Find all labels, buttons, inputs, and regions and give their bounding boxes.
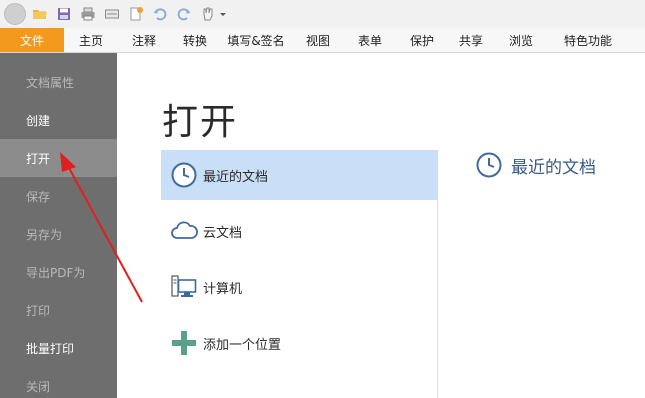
tab-home[interactable]: 主页 <box>64 28 118 52</box>
recent-documents-heading: 最近的文档 <box>475 151 596 179</box>
ribbon-tabs: 文件 主页 注释 转换 填写&签名 视图 表单 保护 共享 浏览 特色功能 <box>0 28 645 53</box>
hand-tool-icon[interactable] <box>198 4 218 24</box>
clock-icon <box>169 160 199 190</box>
sidebar-item-export-pdf[interactable]: 导出PDF为 <box>0 253 117 291</box>
clock-icon <box>476 152 502 178</box>
location-label: 最近的文档 <box>203 169 269 185</box>
location-computer[interactable]: 计算机 <box>161 262 438 312</box>
save-icon[interactable] <box>54 4 74 24</box>
page-title: 打开 <box>162 102 239 143</box>
avatar[interactable] <box>4 3 26 25</box>
tab-view[interactable]: 视图 <box>292 28 344 52</box>
location-list: 最近的文档 云文档 计算机 添加一个位置 <box>161 150 438 398</box>
computer-icon <box>169 272 199 302</box>
sidebar-item-open[interactable]: 打开 <box>0 139 117 177</box>
sidebar-item-batch-print[interactable]: 批量打印 <box>0 329 117 367</box>
tab-share[interactable]: 共享 <box>448 28 494 52</box>
tab-file[interactable]: 文件 <box>0 28 64 52</box>
sidebar-item-save[interactable]: 保存 <box>0 177 117 215</box>
cloud-icon <box>169 216 199 246</box>
sidebar-item-save-as[interactable]: 另存为 <box>0 215 117 253</box>
undo-icon[interactable] <box>150 4 170 24</box>
backstage-sidebar: 文档属性 创建 打开 保存 另存为 导出PDF为 打印 批量打印 关闭 <box>0 53 117 398</box>
tab-form[interactable]: 表单 <box>344 28 396 52</box>
sidebar-item-create[interactable]: 创建 <box>0 101 117 139</box>
tab-fill-sign[interactable]: 填写&签名 <box>220 28 292 52</box>
tab-convert[interactable]: 转换 <box>170 28 220 52</box>
tab-features[interactable]: 特色功能 <box>548 28 628 52</box>
plus-icon <box>169 328 199 358</box>
backstage-main: 打开 最近的文档 云文档 计算机 添加一个位置 最近的文档 <box>117 53 645 398</box>
new-icon[interactable] <box>126 4 146 24</box>
redo-icon[interactable] <box>174 4 194 24</box>
location-label: 添加一个位置 <box>203 337 282 353</box>
sidebar-item-properties[interactable]: 文档属性 <box>0 63 117 101</box>
recent-heading-label: 最近的文档 <box>511 157 596 178</box>
tab-protect[interactable]: 保护 <box>396 28 448 52</box>
sidebar-item-close[interactable]: 关闭 <box>0 367 117 398</box>
tab-browse[interactable]: 浏览 <box>494 28 548 52</box>
location-cloud[interactable]: 云文档 <box>161 206 438 256</box>
sidebar-item-print[interactable]: 打印 <box>0 291 117 329</box>
location-add[interactable]: 添加一个位置 <box>161 318 438 368</box>
location-recent[interactable]: 最近的文档 <box>161 150 438 200</box>
open-folder-icon[interactable] <box>30 4 50 24</box>
location-label: 计算机 <box>203 281 243 297</box>
location-label: 云文档 <box>203 225 243 241</box>
print-icon[interactable] <box>78 4 98 24</box>
scan-icon[interactable] <box>102 4 122 24</box>
quick-access-toolbar <box>0 0 645 28</box>
dropdown-arrow-icon[interactable] <box>218 4 228 24</box>
tab-comment[interactable]: 注释 <box>118 28 170 52</box>
